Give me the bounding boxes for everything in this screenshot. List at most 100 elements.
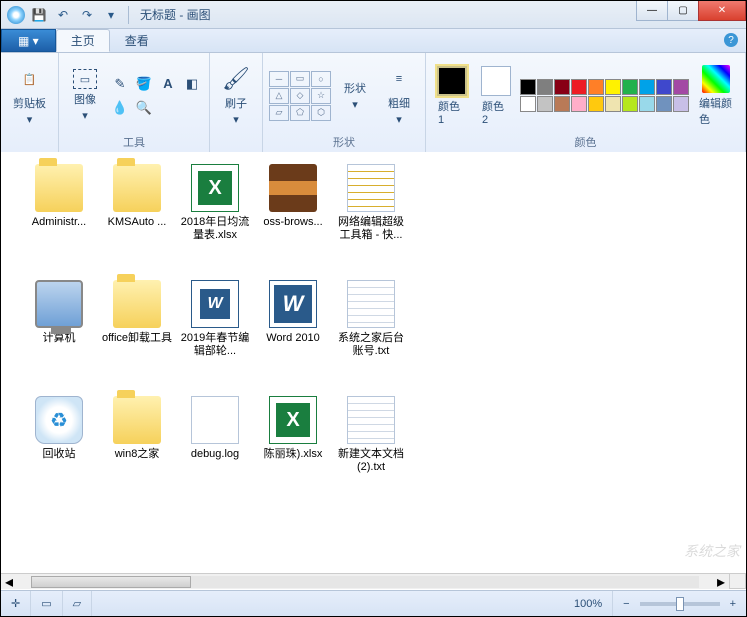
file-label: KMSAuto ... bbox=[108, 216, 167, 229]
shape-item[interactable]: ○ bbox=[311, 71, 331, 87]
file-item[interactable]: KMSAuto ... bbox=[99, 164, 175, 274]
color-swatch[interactable] bbox=[554, 79, 570, 95]
color-swatch[interactable] bbox=[656, 79, 672, 95]
maximize-button[interactable]: ▢ bbox=[667, 1, 699, 21]
file-item[interactable]: office卸载工具 bbox=[99, 280, 175, 390]
clipboard-button[interactable]: 📋 剪贴板 ▾ bbox=[7, 63, 52, 128]
color-swatch[interactable] bbox=[622, 96, 638, 112]
brush-label: 刷子 bbox=[225, 95, 247, 111]
file-item[interactable]: 计算机 bbox=[21, 280, 97, 390]
color1-swatch bbox=[437, 66, 467, 96]
file-item[interactable]: oss-brows... bbox=[255, 164, 331, 274]
shape-item[interactable]: ⬡ bbox=[311, 105, 331, 121]
color-swatch[interactable] bbox=[605, 96, 621, 112]
file-label: win8之家 bbox=[115, 448, 160, 461]
shapes-group-label: 形状 bbox=[333, 134, 355, 150]
color2-swatch bbox=[481, 66, 511, 96]
shape-item[interactable]: △ bbox=[269, 88, 289, 104]
shape-item[interactable]: ─ bbox=[269, 71, 289, 87]
color-swatch[interactable] bbox=[588, 96, 604, 112]
titlebar: 💾 ↶ ↷ ▾ 无标题 - 画图 — ▢ ✕ bbox=[1, 1, 746, 29]
tab-home[interactable]: 主页 bbox=[56, 29, 110, 52]
close-button[interactable]: ✕ bbox=[698, 1, 746, 21]
file-item[interactable]: 2018年日均流量表.xlsx bbox=[177, 164, 253, 274]
clipboard-label: 剪贴板 bbox=[13, 95, 46, 111]
file-label: 2018年日均流量表.xlsx bbox=[178, 216, 252, 242]
word-app-icon bbox=[269, 280, 317, 328]
color1-button[interactable]: 颜色 1 bbox=[432, 64, 472, 128]
shapes-label: 形状 bbox=[344, 80, 366, 96]
brush-button[interactable]: 🖌 刷子 ▾ bbox=[216, 63, 256, 128]
scroll-corner bbox=[729, 573, 746, 589]
color-swatch[interactable] bbox=[520, 96, 536, 112]
bucket-tool[interactable]: 🪣 bbox=[133, 73, 155, 95]
zoom-slider[interactable] bbox=[640, 602, 720, 606]
pencil-tool[interactable]: ✎ bbox=[109, 73, 131, 95]
eraser-tool[interactable]: ◧ bbox=[181, 73, 203, 95]
size-icon: ≡ bbox=[385, 65, 413, 93]
qat-customize[interactable]: ▾ bbox=[101, 5, 121, 25]
chevron-down-icon: ▾ bbox=[352, 98, 358, 111]
horizontal-scrollbar[interactable]: ◂ ▸ bbox=[1, 573, 729, 589]
shape-item[interactable]: ◇ bbox=[290, 88, 310, 104]
color-swatch[interactable] bbox=[639, 79, 655, 95]
file-item[interactable]: 陈丽珠).xlsx bbox=[255, 396, 331, 506]
file-item[interactable]: 2019年春节编辑部轮... bbox=[177, 280, 253, 390]
chevron-down-icon: ▾ bbox=[27, 113, 33, 126]
brush-icon: 🖌 bbox=[222, 65, 250, 93]
color-swatch[interactable] bbox=[537, 96, 553, 112]
text-tool[interactable]: A bbox=[157, 73, 179, 95]
file-item[interactable]: 网络编辑超级工具箱 - 快... bbox=[333, 164, 409, 274]
shape-item[interactable]: ⬠ bbox=[290, 105, 310, 121]
shape-item[interactable]: ☆ bbox=[311, 88, 331, 104]
select-icon: ▭ bbox=[73, 69, 97, 89]
color-swatch[interactable] bbox=[673, 96, 689, 112]
color-swatch[interactable] bbox=[554, 96, 570, 112]
rar-icon bbox=[269, 164, 317, 212]
computer-icon bbox=[35, 280, 83, 328]
qat-redo[interactable]: ↷ bbox=[77, 5, 97, 25]
color-swatch[interactable] bbox=[537, 79, 553, 95]
color-swatch[interactable] bbox=[571, 79, 587, 95]
color-swatch[interactable] bbox=[588, 79, 604, 95]
help-icon[interactable]: ? bbox=[724, 33, 738, 47]
qat-undo[interactable]: ↶ bbox=[53, 5, 73, 25]
file-item[interactable]: 系统之家后台账号.txt bbox=[333, 280, 409, 390]
file-item[interactable]: 回收站 bbox=[21, 396, 97, 506]
zoom-in-button[interactable]: + bbox=[730, 598, 736, 610]
file-item[interactable]: debug.log bbox=[177, 396, 253, 506]
color-swatch[interactable] bbox=[520, 79, 536, 95]
shapes-gallery[interactable]: ─▭○ △◇☆ ▱⬠⬡ bbox=[269, 71, 331, 121]
shapes-button[interactable]: 形状 ▾ bbox=[335, 78, 375, 113]
color-swatch[interactable] bbox=[571, 96, 587, 112]
image-label: 图像 bbox=[74, 91, 96, 107]
canvas-area[interactable]: Administr... KMSAuto ... 2018年日均流量表.xlsxos… bbox=[1, 152, 746, 589]
file-item[interactable]: Word 2010 bbox=[255, 280, 331, 390]
color-palette bbox=[520, 79, 689, 112]
size-button[interactable]: ≡ 粗细 ▾ bbox=[379, 63, 419, 128]
zoom-out-button[interactable]: − bbox=[623, 598, 629, 610]
file-item[interactable]: win8之家 bbox=[99, 396, 175, 506]
file-item[interactable]: Administr... bbox=[21, 164, 97, 274]
shape-item[interactable]: ▱ bbox=[269, 105, 289, 121]
app-icon bbox=[7, 6, 25, 24]
color-swatch[interactable] bbox=[639, 96, 655, 112]
color-swatch[interactable] bbox=[622, 79, 638, 95]
picker-tool[interactable]: 💧 bbox=[109, 97, 131, 119]
shape-item[interactable]: ▭ bbox=[290, 71, 310, 87]
color2-button[interactable]: 颜色 2 bbox=[476, 64, 516, 128]
magnifier-tool[interactable]: 🔍 bbox=[133, 97, 155, 119]
file-menu-button[interactable]: ▦ ▾ bbox=[1, 29, 56, 52]
edit-colors-button[interactable]: 编辑颜色 bbox=[693, 63, 739, 129]
color-swatch[interactable] bbox=[605, 79, 621, 95]
color-swatch[interactable] bbox=[673, 79, 689, 95]
ribbon: 📋 剪贴板 ▾ ▭ 图像 ▾ ✎ 🪣 A ◧ 💧 🔍 工具 bbox=[1, 53, 746, 153]
color-swatch[interactable] bbox=[656, 96, 672, 112]
statusbar: ✛ ▭ ▱ 100% − + bbox=[1, 590, 746, 616]
size-label: 粗细 bbox=[388, 95, 410, 111]
minimize-button[interactable]: — bbox=[636, 1, 668, 21]
tab-view[interactable]: 查看 bbox=[110, 29, 164, 52]
file-item[interactable]: 新建文本文档(2).txt bbox=[333, 396, 409, 506]
select-button[interactable]: ▭ 图像 ▾ bbox=[65, 67, 105, 124]
qat-save[interactable]: 💾 bbox=[29, 5, 49, 25]
